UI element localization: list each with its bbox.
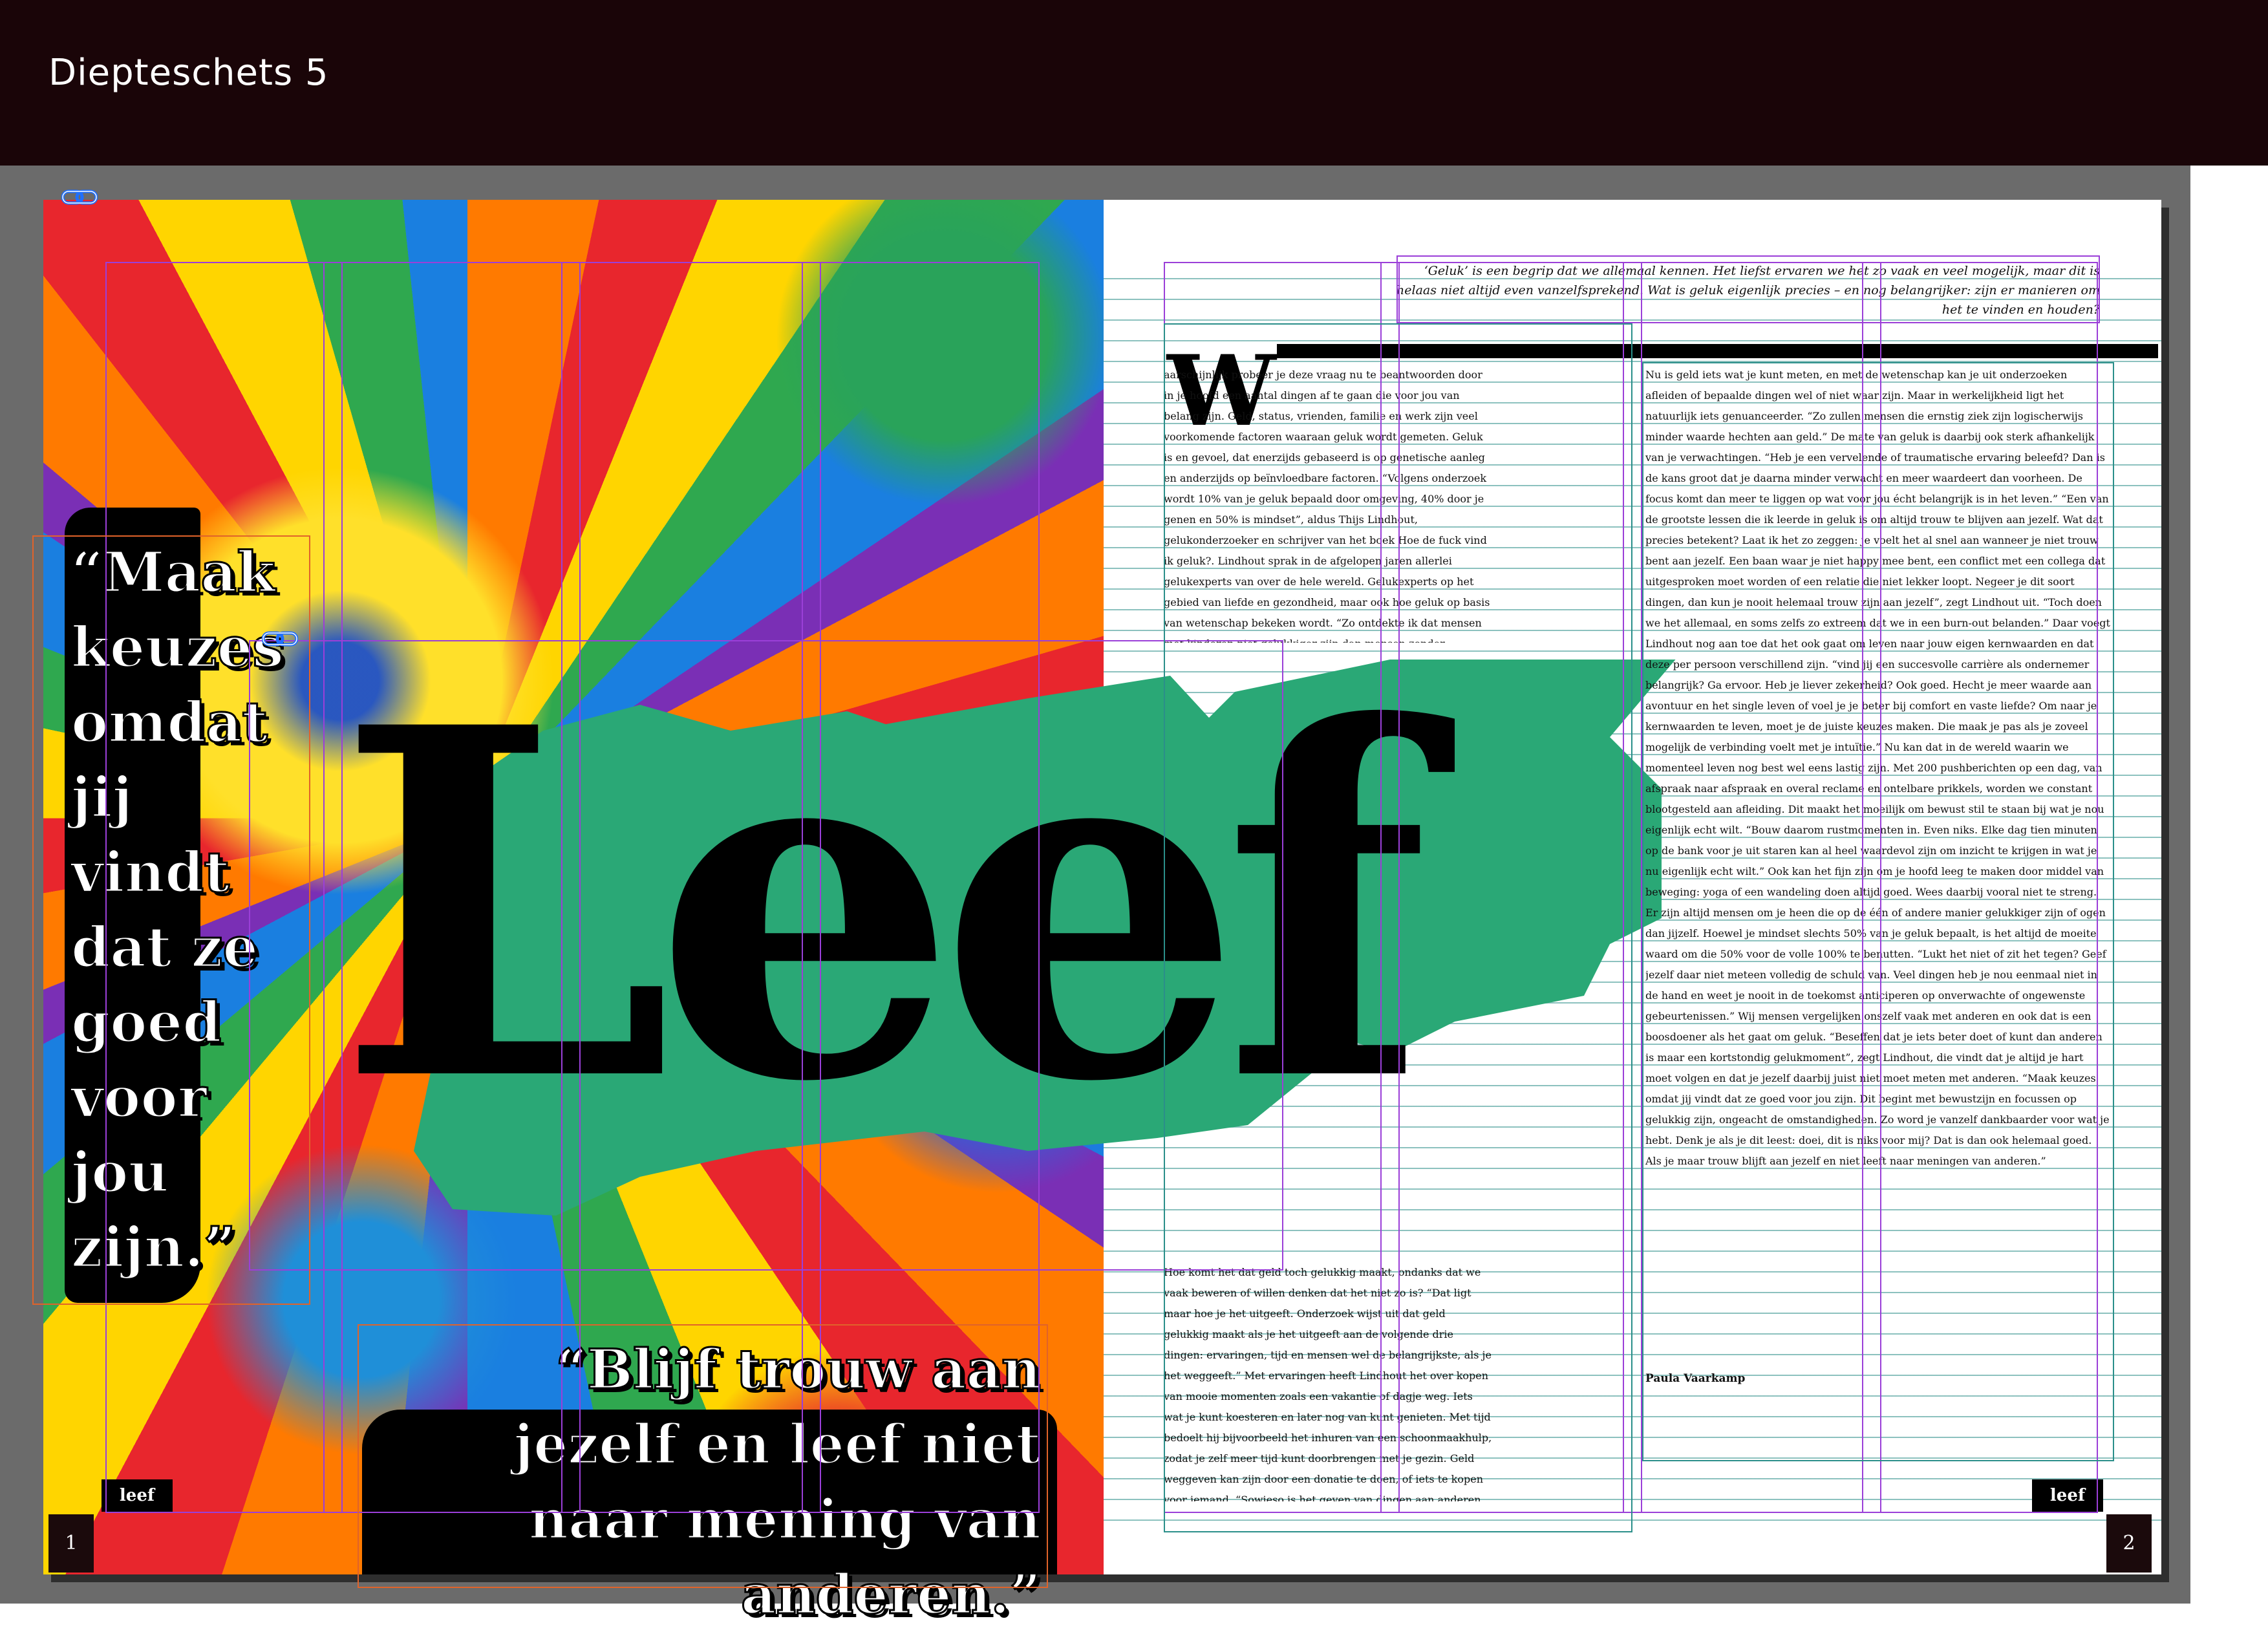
title-bar: Diepteschets 5: [0, 0, 2268, 166]
text-frame-guide: [1164, 323, 1632, 1532]
page-number-left: 1: [48, 1514, 94, 1573]
frame-guide: [249, 640, 1283, 1271]
page-number-right: 2: [2106, 1514, 2152, 1573]
text-frame-guide: [1642, 362, 2114, 1461]
link-icon[interactable]: [262, 630, 298, 647]
frame-guide: [1396, 255, 2100, 323]
document-title: Diepteschets 5: [48, 52, 329, 94]
link-icon[interactable]: [61, 189, 98, 206]
margin-guide: [358, 1324, 1048, 1588]
margin-guide: [32, 535, 310, 1305]
